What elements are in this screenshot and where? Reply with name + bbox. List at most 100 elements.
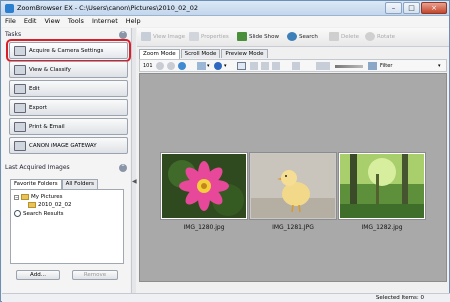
tasks-title: Tasks — [5, 31, 22, 38]
printer-icon — [14, 121, 26, 132]
gateway-icon — [14, 140, 26, 151]
task-label: Print & Email — [29, 123, 65, 130]
tab-scroll-mode[interactable]: Scroll Mode — [180, 49, 221, 58]
edit-icon — [14, 83, 26, 94]
tasks-header: Tasks ⌃ — [5, 30, 129, 40]
menu-file[interactable]: File — [1, 16, 20, 27]
maximize-button[interactable]: □ — [403, 2, 420, 14]
filter-dropdown-icon[interactable]: ▾ — [438, 62, 441, 70]
browser-area: View Image Properties Slide Show Search … — [137, 28, 449, 293]
menu-edit[interactable]: Edit — [20, 16, 41, 27]
display-settings-icon[interactable] — [197, 62, 206, 70]
rotate-label: Rotate — [377, 33, 396, 40]
info-dropdown-icon[interactable]: ▾ — [224, 62, 227, 70]
rotate-button[interactable]: Rotate — [365, 32, 395, 41]
task-acquire-camera-settings[interactable]: Acquire & Camera Settings — [6, 39, 131, 62]
delete-button[interactable]: Delete — [329, 32, 359, 41]
menu-help[interactable]: Help — [122, 16, 145, 27]
view-mode-tabs: Zoom Mode Scroll Mode Preview Mode — [139, 49, 269, 59]
view-icon — [14, 64, 26, 75]
thumbnail-img-1280[interactable] — [160, 152, 248, 220]
app-icon — [5, 4, 14, 13]
thumbnail-caption: IMG_1281.JPG — [272, 224, 314, 231]
thumbnail-caption: IMG_1280.jpg — [183, 224, 225, 231]
filter-label[interactable]: Filter — [380, 62, 392, 70]
chick-photo — [251, 154, 335, 218]
folder-icon — [21, 194, 29, 200]
tab-favorite-folders[interactable]: Favorite Folders — [10, 179, 62, 189]
folder-icon — [28, 202, 36, 208]
thumbnail-img-1282[interactable] — [338, 152, 426, 220]
tab-zoom-mode[interactable]: Zoom Mode — [139, 49, 180, 59]
collapse-last-acquired-icon[interactable]: ⌃ — [119, 164, 127, 172]
forest-photo — [340, 154, 424, 218]
zoom-out-icon[interactable] — [261, 62, 269, 70]
tab-all-folders[interactable]: All Folders — [61, 179, 99, 189]
thumbnail-caption: IMG_1282.jpg — [361, 224, 403, 231]
properties-label: Properties — [201, 33, 229, 40]
slide-show-button[interactable]: Slide Show — [237, 32, 279, 41]
fit-window-icon[interactable] — [292, 62, 300, 70]
collapse-pane-icon[interactable]: ◀ — [132, 178, 137, 185]
filter-icon[interactable] — [368, 62, 377, 70]
tree-item-2010-02-02[interactable]: 2010_02_02 — [28, 202, 72, 208]
search-label: Search — [299, 33, 318, 40]
up-folder-icon[interactable] — [178, 62, 186, 70]
remove-folder-button[interactable]: Remove — [72, 270, 118, 280]
tab-preview-mode[interactable]: Preview Mode — [221, 49, 268, 58]
menu-internet[interactable]: Internet — [88, 16, 122, 27]
left-pane: Tasks ⌃ Acquire & Camera Settings View &… — [2, 28, 131, 293]
task-view-classify[interactable]: View & Classify — [9, 61, 128, 78]
properties-button[interactable]: Properties — [189, 32, 229, 41]
last-acquired-title: Last Acquired Images — [5, 164, 70, 171]
pane-splitter[interactable]: ◀ — [131, 28, 137, 293]
task-label: View & Classify — [29, 66, 71, 73]
tree-item-search-results[interactable]: Search Results — [14, 210, 64, 217]
export-icon — [14, 102, 26, 113]
task-canon-image-gateway[interactable]: CANON iMAGE GATEWAY — [9, 137, 128, 154]
search-button[interactable]: Search — [287, 32, 318, 41]
tree-item-my-pictures[interactable]: − My Pictures — [14, 194, 63, 200]
thumbnail-area[interactable]: IMG_1280.jpg IMG_1281.JPG IMG_1282.jpg — [139, 73, 447, 282]
next-icon[interactable] — [167, 62, 175, 70]
add-folder-button[interactable]: Add... — [16, 270, 60, 280]
zoom-in-icon[interactable] — [250, 62, 258, 70]
rotate-icon — [365, 32, 375, 41]
thumbnail-img-1281[interactable] — [249, 152, 337, 220]
slide-show-label: Slide Show — [249, 33, 280, 40]
title-bar[interactable]: ZoomBrowser EX - C:\Users\canon\Pictures… — [1, 1, 449, 16]
menu-bar: File Edit View Tools Internet Help — [1, 16, 449, 27]
delete-label: Delete — [341, 33, 360, 40]
tree-label: Search Results — [23, 210, 64, 217]
status-bar: Selected Items: 0 — [2, 293, 450, 302]
info-icon[interactable] — [214, 62, 222, 70]
collapse-tasks-icon[interactable]: ⌃ — [119, 31, 127, 39]
task-label: Export — [29, 104, 48, 111]
selected-items-count: Selected Items: 0 — [375, 295, 424, 301]
expand-icon[interactable]: − — [14, 194, 19, 200]
delete-icon — [329, 32, 339, 41]
menu-tools[interactable]: Tools — [64, 16, 88, 27]
thumbnail-size-slider[interactable] — [335, 65, 363, 68]
task-export[interactable]: Export — [9, 99, 128, 116]
hand-icon[interactable] — [272, 62, 280, 70]
minimize-button[interactable]: – — [385, 2, 402, 14]
select-arrow-icon[interactable] — [237, 62, 246, 70]
task-edit[interactable]: Edit — [9, 80, 128, 97]
tree-label: 2010_02_02 — [38, 202, 72, 208]
previous-icon[interactable] — [156, 62, 164, 70]
menu-view[interactable]: View — [40, 16, 63, 27]
properties-icon — [189, 32, 199, 41]
flower-photo — [162, 154, 246, 218]
slide-show-icon — [237, 32, 247, 41]
image-count: 101 — [143, 63, 153, 69]
camera-icon — [14, 45, 26, 56]
main-toolbar: View Image Properties Slide Show Search … — [137, 28, 449, 47]
search-results-icon — [14, 210, 21, 217]
close-button[interactable]: × — [421, 2, 447, 14]
display-dropdown-icon[interactable]: ▾ — [207, 62, 210, 70]
folder-tree: − My Pictures 2010_02_02 Search Results — [10, 189, 124, 264]
last-acquired-header: Last Acquired Images ⌃ — [5, 163, 129, 173]
task-print-email[interactable]: Print & Email — [9, 118, 128, 135]
view-image-button[interactable]: View Image — [141, 32, 185, 41]
